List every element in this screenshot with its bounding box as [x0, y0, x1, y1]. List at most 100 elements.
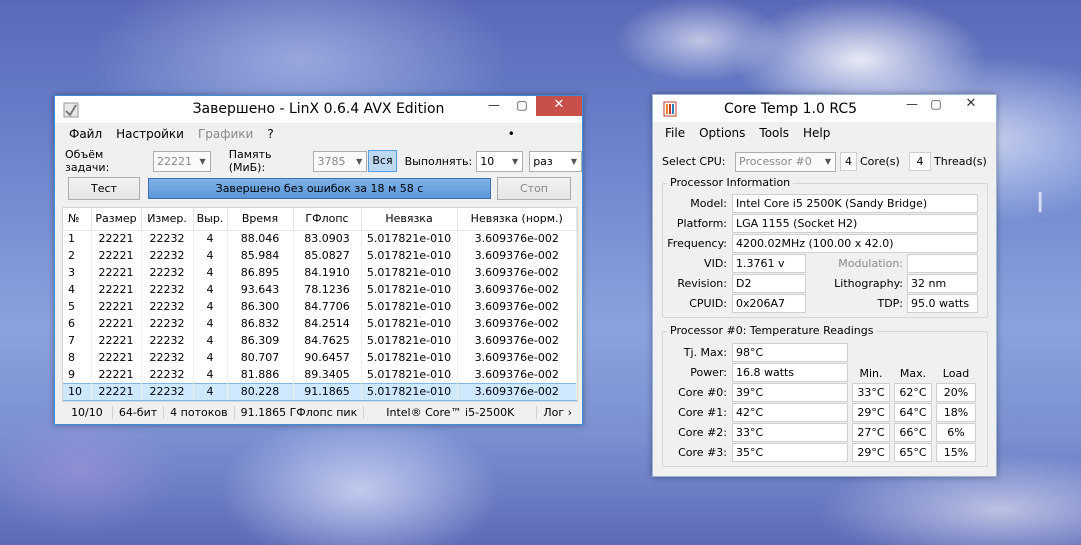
test-button[interactable]: Тест: [68, 177, 140, 200]
col-align[interactable]: Выр.: [193, 208, 228, 231]
menu-help[interactable]: ?: [267, 127, 273, 141]
vid-value: 1.3761 v: [732, 254, 806, 273]
run-label: Выполнять:: [404, 154, 473, 168]
status-progress: 10/10: [62, 405, 113, 419]
run-unit-combo[interactable]: раз ▼: [529, 150, 582, 172]
table-cell: 3.609376e-002: [457, 298, 577, 315]
table-cell: 4: [193, 366, 228, 383]
table-cell: 3.609376e-002: [457, 247, 577, 264]
model-label: Model:: [690, 197, 727, 210]
table-cell: 83.0903: [293, 230, 362, 247]
cores-count: 4: [840, 152, 857, 171]
table-cell: 5.017821e-010: [361, 366, 458, 383]
col-load: Load: [942, 367, 970, 380]
status-peak: 91.1865 ГФлопс пик: [235, 405, 365, 419]
menu-help[interactable]: Help: [803, 126, 830, 140]
chevron-down-icon: ▼: [199, 156, 206, 166]
col-measure[interactable]: Измер.: [141, 208, 194, 231]
problem-size-combo[interactable]: 22221 ▼: [153, 150, 211, 172]
coretemp-window: Core Temp 1.0 RC5 — ▢ ✕ File Options Too…: [652, 94, 997, 477]
menu-settings[interactable]: Настройки: [116, 127, 184, 141]
coretemp-window-title: Core Temp 1.0 RC5: [724, 101, 858, 117]
table-cell: 9: [63, 366, 92, 383]
coretemp-titlebar[interactable]: Core Temp 1.0 RC5 — ▢ ✕: [653, 95, 996, 122]
table-row[interactable]: 4 22221 22232 4 93.643 78.1236 5.017821e-010 3.…: [63, 281, 577, 298]
lithography-label: Lithography:: [834, 277, 903, 290]
table-row[interactable]: 3 22221 22232 4 86.895 84.1910 5.017821e-010 3.…: [63, 264, 577, 281]
table-cell: 5.017821e-010: [361, 332, 458, 349]
table-row[interactable]: 5 22221 22232 4 86.300 84.7706 5.017821e-010 3.…: [63, 298, 577, 315]
core-temp-value: 33°C: [732, 423, 848, 442]
table-cell: 88.046: [227, 230, 294, 247]
table-row[interactable]: 2 22221 22232 4 85.984 85.0827 5.017821e-010 3.…: [63, 247, 577, 264]
close-icon[interactable]: ✕: [949, 95, 993, 115]
processor-info-title: Processor Information: [667, 176, 794, 189]
table-cell: 3.609376e-002: [457, 349, 577, 366]
all-memory-button[interactable]: Вся: [368, 150, 397, 172]
power-value: 16.8 watts: [732, 363, 848, 382]
core-temp-value: 35°C: [732, 443, 848, 462]
table-cell: 86.300: [227, 298, 294, 315]
col-time[interactable]: Время: [227, 208, 294, 231]
threads-label: Thread(s): [934, 155, 987, 168]
menu-file[interactable]: Файл: [69, 127, 102, 141]
table-cell: 93.643: [227, 281, 294, 298]
menu-tools[interactable]: Tools: [759, 126, 789, 140]
cores-label: Core(s): [860, 155, 900, 168]
core-min-value: 29°C: [852, 403, 890, 422]
table-cell: 5: [63, 298, 92, 315]
table-cell: 90.6457: [293, 349, 362, 366]
menu-options[interactable]: Options: [699, 126, 745, 140]
menu-file[interactable]: File: [665, 126, 685, 140]
maximize-icon[interactable]: ▢: [507, 96, 537, 116]
linx-statusbar: 10/10 64-бит 4 потоков 91.1865 ГФлопс пи…: [62, 403, 578, 421]
core-label: Core #0:: [678, 386, 727, 399]
close-icon[interactable]: ✕: [536, 96, 582, 116]
table-cell: 80.707: [227, 349, 294, 366]
table-cell: 4: [193, 247, 228, 264]
select-cpu-label: Select CPU:: [662, 155, 726, 168]
table-cell: 4: [193, 332, 228, 349]
run-count-combo[interactable]: 10 ▼: [476, 150, 524, 172]
table-row[interactable]: 9 22221 22232 4 81.886 89.3405 5.017821e-010 3.…: [63, 366, 577, 383]
power-label: Power:: [690, 366, 727, 379]
col-num[interactable]: №: [63, 208, 92, 231]
stop-button[interactable]: Стоп: [497, 177, 571, 200]
table-cell: 22221: [91, 349, 142, 366]
maximize-icon[interactable]: ▢: [921, 95, 951, 115]
table-row[interactable]: 10 22221 22232 4 80.228 91.1865 5.017821e-010 3…: [63, 382, 577, 401]
log-button[interactable]: Лог ›: [537, 406, 578, 419]
col-gflops[interactable]: ГФлопс: [293, 208, 362, 231]
core-min-value: 27°C: [852, 423, 890, 442]
table-cell: 85.0827: [293, 247, 362, 264]
linx-titlebar[interactable]: Завершено - LinX 0.6.4 AVX Edition — ▢ ✕: [55, 96, 582, 123]
table-cell: 84.7706: [293, 298, 362, 315]
modulation-value: [907, 254, 978, 273]
col-min: Min.: [859, 367, 883, 380]
table-cell: 86.895: [227, 264, 294, 281]
table-row[interactable]: 1 22221 22232 4 88.046 83.0903 5.017821e-010 3.…: [63, 230, 577, 247]
minimize-icon[interactable]: —: [479, 96, 509, 116]
results-table[interactable]: № Размер Измер. Выр. Время ГФлопс Невязк…: [62, 207, 578, 402]
cpuid-label: CPUID:: [689, 297, 727, 310]
memory-combo[interactable]: 3785 ▼: [313, 150, 368, 172]
table-row[interactable]: 6 22221 22232 4 86.832 84.2514 5.017821e-010 3.…: [63, 315, 577, 332]
table-cell: 22221: [91, 298, 142, 315]
chevron-down-icon: ▼: [570, 156, 577, 166]
table-row[interactable]: 8 22221 22232 4 80.707 90.6457 5.017821e-010 3.…: [63, 349, 577, 366]
select-cpu-combo[interactable]: Processor #0 ▼: [735, 152, 836, 172]
col-size[interactable]: Размер: [91, 208, 142, 231]
core-label: Core #2:: [678, 426, 727, 439]
table-cell: 5.017821e-010: [361, 230, 458, 247]
table-cell: 22221: [91, 230, 142, 247]
col-residual[interactable]: Невязка: [361, 208, 458, 231]
temperature-title: Processor #0: Temperature Readings: [667, 324, 877, 337]
menu-graphs[interactable]: Графики: [198, 127, 253, 141]
table-cell: 22221: [91, 247, 142, 264]
tdp-value: 95.0 watts: [907, 294, 978, 313]
col-residual-norm[interactable]: Невязка (норм.): [457, 208, 577, 231]
table-cell: 22221: [91, 281, 142, 298]
revision-label: Revision:: [677, 277, 727, 290]
table-cell: 86.832: [227, 315, 294, 332]
table-row[interactable]: 7 22221 22232 4 86.309 84.7625 5.017821e-010 3.…: [63, 332, 577, 349]
